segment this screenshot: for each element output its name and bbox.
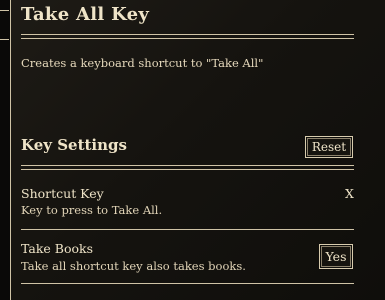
setting-title-take-books: Take Books xyxy=(21,241,93,256)
mod-settings-window: Take All Key Creates a keyboard shortcut… xyxy=(0,0,385,300)
take-books-toggle-label: Yes xyxy=(325,249,347,264)
setting-divider xyxy=(21,283,354,284)
setting-title-shortcut-key: Shortcut Key xyxy=(21,186,104,201)
mod-list-border xyxy=(0,0,11,300)
setting-description-shortcut-key: Key to press to Take All. xyxy=(21,203,163,217)
mod-description: Creates a keyboard shortcut to "Take All… xyxy=(21,56,264,70)
reset-button[interactable]: Reset xyxy=(305,136,353,158)
border-notch xyxy=(0,10,9,40)
title-divider xyxy=(21,34,354,39)
mod-title: Take All Key xyxy=(21,4,150,25)
take-books-toggle-button[interactable]: Yes xyxy=(319,244,353,269)
setting-divider xyxy=(21,229,354,230)
reset-button-label: Reset xyxy=(311,140,347,154)
shortcut-key-value[interactable]: X xyxy=(345,186,354,201)
section-title-key-settings: Key Settings xyxy=(21,136,127,154)
section-divider xyxy=(21,165,354,170)
setting-description-take-books: Take all shortcut key also takes books. xyxy=(21,259,246,273)
